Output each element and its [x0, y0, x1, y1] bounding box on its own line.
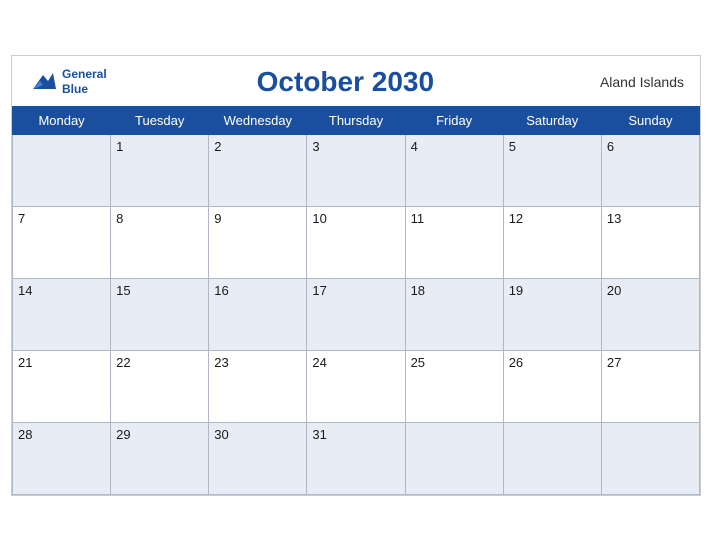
weekday-header-row: Monday Tuesday Wednesday Thursday Friday…: [13, 106, 700, 134]
day-number: 8: [116, 211, 123, 226]
day-number: 24: [312, 355, 326, 370]
col-sunday: Sunday: [601, 106, 699, 134]
calendar-day-cell: 21: [13, 350, 111, 422]
day-number: 5: [509, 139, 516, 154]
day-number: 7: [18, 211, 25, 226]
calendar-table: Monday Tuesday Wednesday Thursday Friday…: [12, 106, 700, 495]
logo-text: General Blue: [62, 67, 107, 96]
calendar-week-row: 1 2 3 4 5 6: [13, 134, 700, 206]
day-number: 23: [214, 355, 228, 370]
calendar-day-cell: 13: [601, 206, 699, 278]
day-number: 25: [411, 355, 425, 370]
calendar-day-cell: 7: [13, 206, 111, 278]
calendar-day-cell: 19: [503, 278, 601, 350]
col-tuesday: Tuesday: [111, 106, 209, 134]
day-number: 26: [509, 355, 523, 370]
day-number: 22: [116, 355, 130, 370]
day-number: 10: [312, 211, 326, 226]
calendar-day-cell: 16: [209, 278, 307, 350]
day-number: 6: [607, 139, 614, 154]
day-number: 28: [18, 427, 32, 442]
calendar-day-cell: 29: [111, 422, 209, 494]
logo-general: General: [62, 67, 107, 81]
day-number: 27: [607, 355, 621, 370]
calendar-week-row: 21 22 23 24 25 26 27: [13, 350, 700, 422]
calendar: General Blue October 2030 Aland Islands …: [11, 55, 701, 496]
calendar-day-cell: 12: [503, 206, 601, 278]
day-number: 19: [509, 283, 523, 298]
calendar-day-cell: 20: [601, 278, 699, 350]
calendar-day-cell: [405, 422, 503, 494]
calendar-day-cell: 14: [13, 278, 111, 350]
calendar-day-cell: 9: [209, 206, 307, 278]
day-number: 13: [607, 211, 621, 226]
col-thursday: Thursday: [307, 106, 405, 134]
calendar-day-cell: 2: [209, 134, 307, 206]
day-number: 17: [312, 283, 326, 298]
col-monday: Monday: [13, 106, 111, 134]
calendar-day-cell: 27: [601, 350, 699, 422]
calendar-day-cell: 5: [503, 134, 601, 206]
calendar-day-cell: [13, 134, 111, 206]
calendar-day-cell: 25: [405, 350, 503, 422]
region-label: Aland Islands: [584, 74, 684, 90]
day-number: 21: [18, 355, 32, 370]
calendar-day-cell: 1: [111, 134, 209, 206]
calendar-day-cell: 22: [111, 350, 209, 422]
calendar-day-cell: 10: [307, 206, 405, 278]
calendar-header: General Blue October 2030 Aland Islands: [12, 56, 700, 106]
calendar-day-cell: 6: [601, 134, 699, 206]
day-number: 30: [214, 427, 228, 442]
day-number: 9: [214, 211, 221, 226]
day-number: 20: [607, 283, 621, 298]
calendar-day-cell: 15: [111, 278, 209, 350]
calendar-day-cell: [503, 422, 601, 494]
day-number: 16: [214, 283, 228, 298]
day-number: 15: [116, 283, 130, 298]
col-wednesday: Wednesday: [209, 106, 307, 134]
calendar-day-cell: 8: [111, 206, 209, 278]
logo-blue: Blue: [62, 82, 88, 96]
calendar-day-cell: 30: [209, 422, 307, 494]
calendar-day-cell: 26: [503, 350, 601, 422]
day-number: 14: [18, 283, 32, 298]
day-number: 3: [312, 139, 319, 154]
day-number: 11: [411, 211, 425, 226]
col-saturday: Saturday: [503, 106, 601, 134]
calendar-day-cell: 3: [307, 134, 405, 206]
logo-area: General Blue: [28, 67, 107, 97]
calendar-week-row: 7 8 9 10 11 12 13: [13, 206, 700, 278]
calendar-day-cell: 28: [13, 422, 111, 494]
day-number: 2: [214, 139, 221, 154]
col-friday: Friday: [405, 106, 503, 134]
calendar-day-cell: 24: [307, 350, 405, 422]
logo-bird-icon: [28, 67, 58, 97]
day-number: 31: [312, 427, 326, 442]
day-number: 12: [509, 211, 523, 226]
day-number: 1: [116, 139, 123, 154]
calendar-day-cell: 17: [307, 278, 405, 350]
calendar-day-cell: [601, 422, 699, 494]
day-number: 29: [116, 427, 130, 442]
calendar-day-cell: 23: [209, 350, 307, 422]
calendar-week-row: 14 15 16 17 18 19 20: [13, 278, 700, 350]
calendar-day-cell: 18: [405, 278, 503, 350]
day-number: 4: [411, 139, 418, 154]
calendar-day-cell: 11: [405, 206, 503, 278]
calendar-week-row: 28 29 30 31: [13, 422, 700, 494]
day-number: 18: [411, 283, 425, 298]
calendar-day-cell: 4: [405, 134, 503, 206]
calendar-title: October 2030: [107, 66, 584, 98]
calendar-day-cell: 31: [307, 422, 405, 494]
